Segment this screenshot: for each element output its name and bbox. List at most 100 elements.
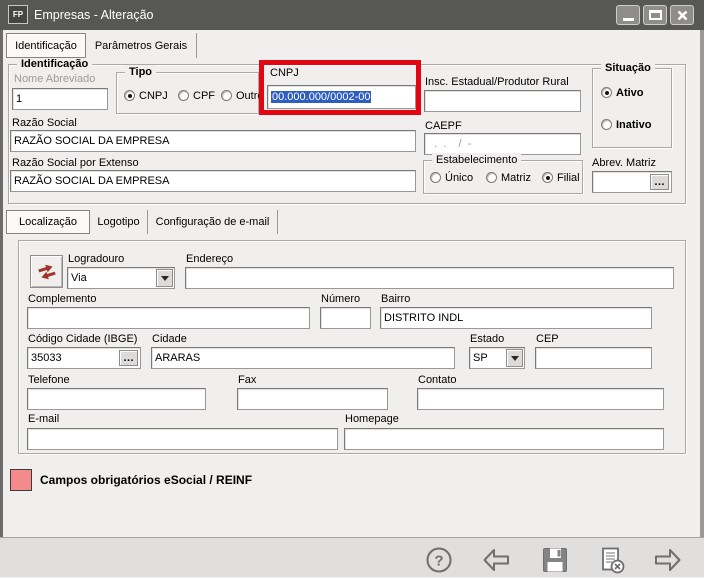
- radio-tipo-cnpj-label: CNPJ: [139, 90, 168, 102]
- cnpj-field[interactable]: 00.000.000/0002-00: [267, 85, 416, 109]
- tab-localizacao-label: Localização: [19, 216, 77, 228]
- minimize-button[interactable]: [616, 5, 640, 25]
- radio-estab-filial[interactable]: Filial: [542, 172, 580, 184]
- cep-label: CEP: [536, 333, 559, 345]
- required-fields-legend: Campos obrigatórios eSocial / REINF: [40, 473, 252, 487]
- required-fields-swatch: [10, 469, 32, 491]
- radio-icon: [542, 172, 553, 183]
- situacao-group-label: Situação: [601, 61, 655, 75]
- complemento-label: Complemento: [28, 293, 96, 305]
- insc-estadual-label: Insc. Estadual/Produtor Rural: [425, 76, 569, 88]
- radio-filial-label: Filial: [557, 172, 580, 184]
- tab-parametros-gerais[interactable]: Parâmetros Gerais: [86, 33, 197, 58]
- codigo-cidade-value: 35033: [31, 352, 62, 364]
- abrev-matriz-browse-button[interactable]: …: [650, 174, 669, 190]
- codigo-cidade-field[interactable]: 35033 …: [27, 347, 141, 369]
- razao-social-value: RAZÃO SOCIAL DA EMPRESA: [14, 135, 169, 147]
- tab-logotipo[interactable]: Logotipo: [90, 210, 148, 234]
- radio-tipo-outro[interactable]: Outro: [221, 90, 264, 102]
- radio-estab-unico[interactable]: Único: [430, 172, 473, 184]
- maximize-button[interactable]: [643, 5, 667, 25]
- help-icon: ?: [424, 545, 454, 575]
- swap-arrows-icon: [38, 264, 56, 280]
- cep-field[interactable]: [535, 347, 652, 369]
- tab-identificacao-label: Identificação: [15, 40, 77, 52]
- tipo-group-label: Tipo: [125, 65, 156, 79]
- cnpj-value: 00.000.000/0002-00: [271, 91, 371, 103]
- cancel-record-button[interactable]: [596, 545, 626, 575]
- abrev-matriz-field[interactable]: …: [592, 171, 672, 193]
- contato-label: Contato: [418, 374, 457, 386]
- title-bar: FP Empresas - Alteração: [0, 0, 704, 30]
- radio-matriz-label: Matriz: [501, 172, 531, 184]
- logradouro-dropdown[interactable]: Via: [67, 267, 175, 289]
- previous-button[interactable]: [481, 545, 511, 575]
- radio-situacao-inativo[interactable]: Inativo: [601, 119, 651, 131]
- radio-icon: [124, 90, 135, 101]
- window-frame-right: [700, 30, 704, 577]
- bairro-label: Bairro: [381, 293, 410, 305]
- radio-tipo-cnpj[interactable]: CNPJ: [124, 90, 168, 102]
- swap-address-button[interactable]: [30, 255, 63, 288]
- tab-configuracao-email[interactable]: Configuração de e-mail: [148, 210, 278, 234]
- codigo-cidade-label: Código Cidade (IBGE): [28, 333, 137, 345]
- app-icon: FP: [8, 5, 28, 24]
- cidade-field[interactable]: ARARAS: [151, 347, 455, 369]
- razao-social-field[interactable]: RAZÃO SOCIAL DA EMPRESA: [10, 130, 416, 152]
- logradouro-value: Via: [71, 272, 87, 284]
- logradouro-dropdown-button[interactable]: [156, 269, 173, 287]
- numero-field[interactable]: [320, 307, 371, 329]
- tab-logotipo-label: Logotipo: [97, 216, 139, 228]
- radio-icon: [601, 119, 612, 130]
- homepage-label: Homepage: [345, 413, 399, 425]
- bairro-field[interactable]: DISTRITO INDL: [380, 307, 652, 329]
- email-field[interactable]: [27, 428, 338, 450]
- tab-parametros-gerais-label: Parâmetros Gerais: [95, 40, 187, 52]
- razao-social-extenso-field[interactable]: RAZÃO SOCIAL DA EMPRESA: [10, 170, 416, 192]
- next-button[interactable]: [653, 545, 683, 575]
- situacao-groupbox: Situação: [592, 68, 672, 148]
- cidade-value: ARARAS: [155, 352, 200, 364]
- insc-estadual-field[interactable]: [424, 90, 581, 112]
- nome-abreviado-value: 1: [16, 93, 22, 105]
- codigo-cidade-browse-button[interactable]: …: [119, 350, 138, 366]
- numero-label: Número: [321, 293, 360, 305]
- contato-field[interactable]: [417, 388, 664, 410]
- caepf-label: CAEPF: [425, 120, 462, 132]
- window-title: Empresas - Alteração: [34, 8, 154, 22]
- estado-dropdown-button[interactable]: [506, 349, 523, 367]
- close-button[interactable]: [670, 5, 694, 25]
- maximize-icon: [649, 10, 662, 20]
- radio-icon: [221, 90, 232, 101]
- logradouro-label: Logradouro: [68, 253, 124, 265]
- radio-estab-matriz[interactable]: Matriz: [486, 172, 531, 184]
- complemento-field[interactable]: [27, 307, 310, 329]
- nome-abreviado-field[interactable]: 1: [12, 88, 108, 110]
- tab-localizacao[interactable]: Localização: [6, 210, 90, 234]
- radio-icon: [601, 87, 612, 98]
- endereco-field[interactable]: [185, 267, 674, 289]
- chevron-down-icon: [511, 356, 519, 361]
- fax-field[interactable]: [237, 388, 388, 410]
- nome-abreviado-label: Nome Abreviado: [14, 73, 95, 85]
- minimize-icon: [623, 18, 634, 21]
- save-button[interactable]: [540, 545, 570, 575]
- email-label: E-mail: [28, 413, 59, 425]
- estado-value: SP: [473, 352, 488, 364]
- tab-identificacao[interactable]: Identificação: [6, 33, 86, 58]
- caepf-field[interactable]: . . / -: [424, 133, 581, 155]
- tab-configuracao-email-label: Configuração de e-mail: [156, 216, 270, 228]
- fax-label: Fax: [238, 374, 256, 386]
- bairro-value: DISTRITO INDL: [384, 312, 463, 324]
- help-button[interactable]: ?: [424, 545, 454, 575]
- radio-icon: [486, 172, 497, 183]
- telefone-field[interactable]: [27, 388, 206, 410]
- radio-tipo-cpf[interactable]: CPF: [178, 90, 215, 102]
- radio-ativo-label: Ativo: [616, 87, 644, 99]
- razao-social-extenso-value: RAZÃO SOCIAL DA EMPRESA: [14, 175, 169, 187]
- radio-situacao-ativo[interactable]: Ativo: [601, 87, 644, 99]
- homepage-field[interactable]: [344, 428, 664, 450]
- radio-tipo-cpf-label: CPF: [193, 90, 215, 102]
- razao-social-extenso-label: Razão Social por Extenso: [12, 157, 139, 169]
- estado-dropdown[interactable]: SP: [469, 347, 525, 369]
